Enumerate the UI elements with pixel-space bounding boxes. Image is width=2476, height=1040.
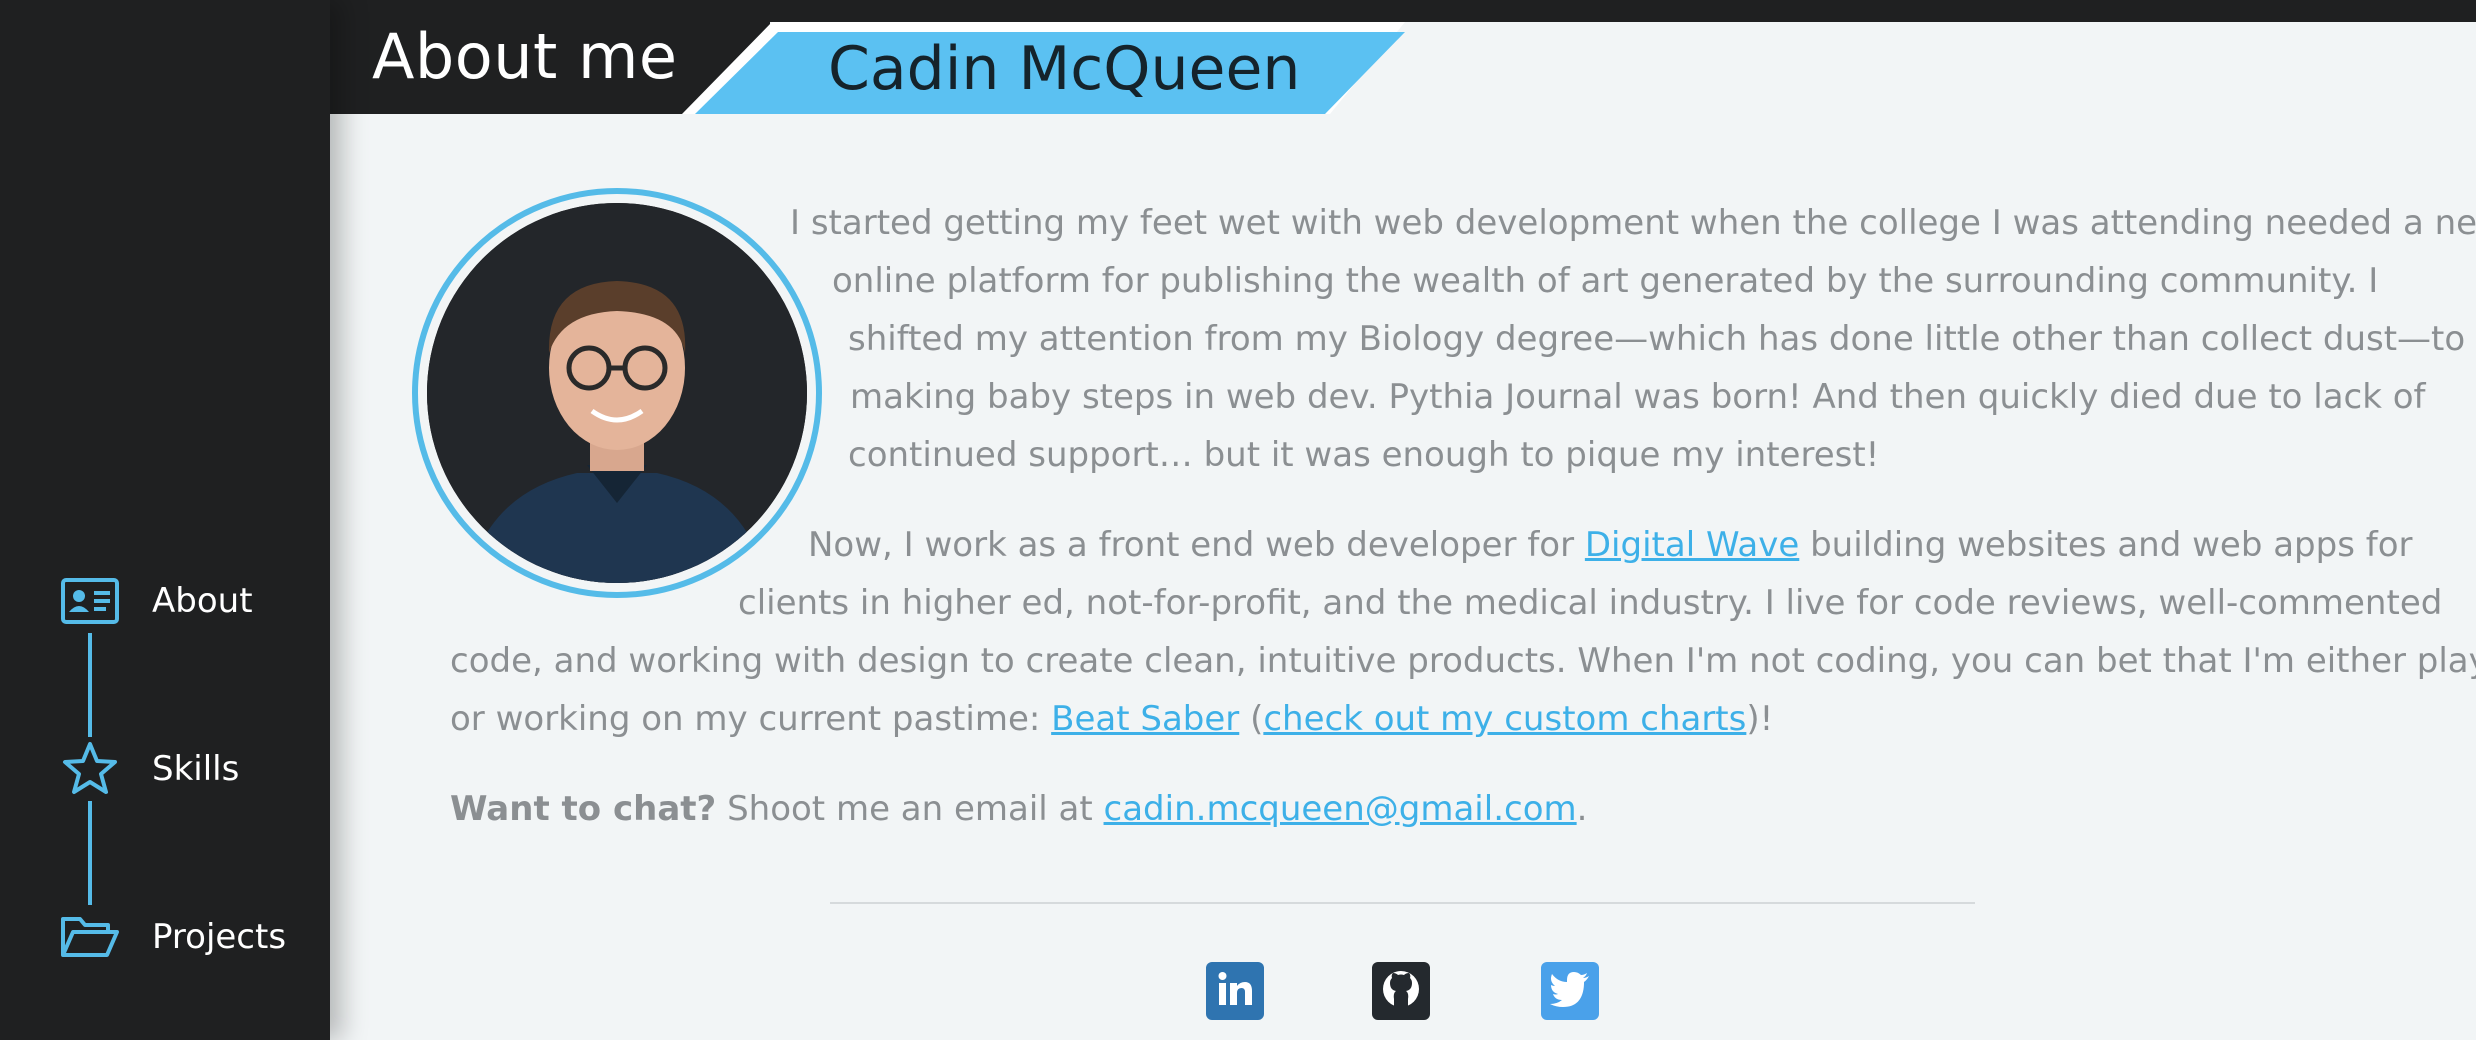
github-button[interactable]: [1372, 962, 1430, 1020]
sidebar-item-label: About: [152, 581, 253, 621]
text-span: (: [1239, 699, 1264, 739]
id-card-icon: [58, 569, 122, 633]
digital-wave-link[interactable]: Digital Wave: [1585, 525, 1799, 565]
about-text-line: code, and working with design to create …: [450, 641, 2476, 681]
about-text-line: I started getting my feet wet with web d…: [790, 203, 2476, 243]
twitter-button[interactable]: [1541, 962, 1599, 1020]
custom-charts-link[interactable]: check out my custom charts: [1263, 699, 1746, 739]
twitter-icon: [1549, 971, 1591, 1011]
sidebar-item-about[interactable]: About: [58, 566, 253, 636]
text-span: building websites and web apps for: [1799, 525, 2413, 565]
star-icon: [58, 737, 122, 801]
sidebar-item-projects[interactable]: Projects: [58, 902, 286, 972]
sidebar-item-label: Projects: [152, 917, 287, 957]
linkedin-icon: [1215, 969, 1255, 1013]
linkedin-button[interactable]: [1206, 962, 1264, 1020]
about-text-line: shifted my attention from my Biology deg…: [848, 319, 2466, 359]
text-span: Now, I work as a front end web developer…: [808, 525, 1585, 565]
about-text-line: making baby steps in web dev. Pythia Jou…: [850, 377, 2426, 417]
about-text-line: continued support… but it was enough to …: [848, 435, 1880, 475]
divider: [830, 902, 1975, 904]
top-bar: [0, 0, 2476, 22]
sidebar-item-skills[interactable]: Skills: [58, 734, 239, 804]
text-span: or working on my current pastime:: [450, 699, 1052, 739]
text-span: Shoot me an email at: [716, 789, 1104, 829]
about-text-line: or working on my current pastime: Beat S…: [450, 690, 1773, 748]
sidebar-item-label: Skills: [152, 749, 240, 789]
owner-name: Cadin McQueen: [828, 34, 1301, 104]
email-link[interactable]: cadin.mcqueen@gmail.com: [1104, 789, 1577, 829]
profile-photo: [427, 203, 807, 583]
avatar: [412, 188, 822, 598]
about-text-line: clients in higher ed, not-for-profit, an…: [738, 583, 2443, 623]
about-text-line: online platform for publishing the wealt…: [832, 261, 2379, 301]
folder-open-icon: [58, 905, 122, 969]
contact-line: Want to chat? Shoot me an email at cadin…: [450, 780, 1587, 838]
contact-heading: Want to chat?: [450, 789, 717, 829]
sidebar-nav: About Skills Projects: [0, 0, 330, 1040]
nav-connector-line: [88, 632, 92, 742]
nav-connector-line: [88, 800, 92, 910]
github-icon: [1379, 967, 1423, 1015]
text-span: )!: [1746, 699, 1774, 739]
text-span: .: [1576, 789, 1588, 829]
about-text-line: Now, I work as a front end web developer…: [808, 516, 2412, 574]
beat-saber-link[interactable]: Beat Saber: [1051, 699, 1239, 739]
page-title: About me: [372, 20, 678, 93]
